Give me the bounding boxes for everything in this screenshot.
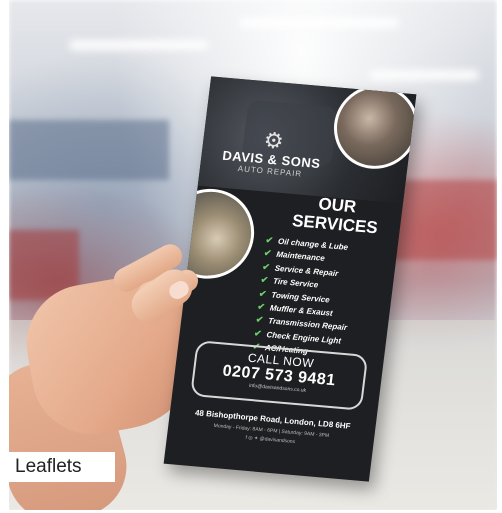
company-logo: ⚙ DAVIS & SONS AUTO REPAIR — [220, 126, 325, 180]
check-icon: ✔ — [253, 327, 263, 339]
photo-frame: ⚙ DAVIS & SONS AUTO REPAIR OUR SERVICES … — [9, 0, 497, 510]
check-icon: ✔ — [258, 288, 268, 299]
services-heading: OUR SERVICES — [279, 191, 393, 238]
check-icon: ✔ — [263, 248, 273, 259]
check-icon: ✔ — [255, 314, 264, 326]
check-icon: ✔ — [265, 234, 274, 246]
check-icon: ✔ — [261, 261, 271, 272]
services-list: ✔ Oil change & Lube ✔ Maintenance ✔ Service… — [252, 234, 396, 365]
caption-label: Leaflets — [9, 452, 115, 482]
caption-text: Leaflets — [15, 456, 82, 477]
check-icon: ✔ — [260, 274, 269, 286]
check-icon: ✔ — [256, 301, 266, 312]
background-shelf-left — [9, 120, 169, 180]
